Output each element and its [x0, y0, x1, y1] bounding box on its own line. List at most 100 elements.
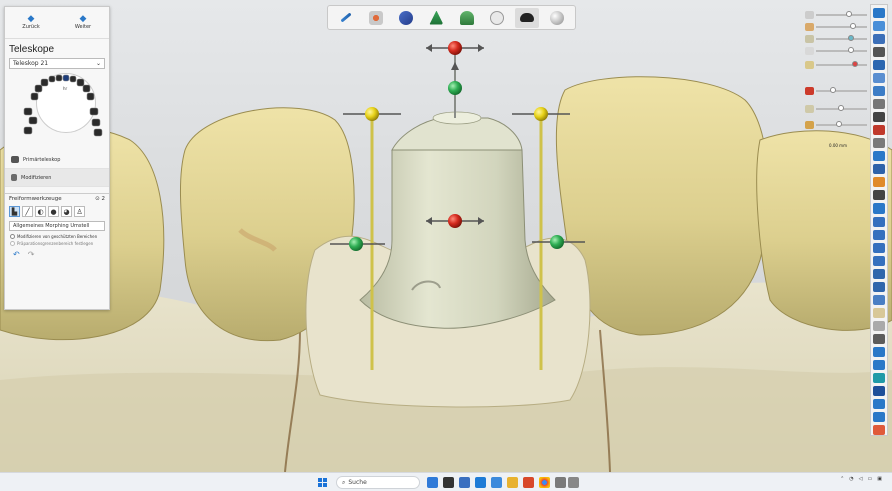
3d-viewport[interactable] — [0, 0, 892, 472]
battery-icon[interactable]: ▭ — [868, 476, 873, 482]
visibility-slider[interactable] — [805, 22, 867, 32]
volume-icon[interactable]: ◁ — [859, 476, 863, 482]
freeform-tools-header[interactable]: Freiformwerkzeuge ⊙ 2 — [5, 193, 109, 204]
section-icon[interactable] — [873, 86, 885, 97]
dental-app-icon[interactable] — [523, 477, 534, 488]
visibility-slider[interactable] — [805, 34, 867, 44]
tooth-preview[interactable]: hr — [10, 73, 106, 145]
help-icon[interactable] — [873, 425, 885, 436]
texture-icon[interactable] — [873, 307, 885, 318]
layers-icon[interactable] — [873, 34, 885, 45]
taskbar-search[interactable]: ⌕ Suche — [336, 476, 420, 489]
dental-scene[interactable] — [0, 0, 892, 472]
margin-area-option[interactable]: Präparationsgrenzenbereich festlegen — [5, 240, 109, 247]
morphing-dropdown[interactable]: Allgemeines Morphing Umstell — [9, 221, 105, 231]
expand-icon[interactable] — [873, 8, 885, 19]
undo-icon[interactable]: ↶ — [13, 250, 20, 259]
visibility-slider[interactable] — [805, 86, 867, 96]
mode-primary-telescope[interactable]: Primärteleskop — [5, 151, 109, 169]
network-icon[interactable]: ◔ — [849, 476, 853, 482]
pen-icon[interactable]: ╱ — [22, 206, 33, 217]
paint-icon[interactable]: ◕ — [61, 206, 72, 217]
visibility-slider[interactable] — [805, 10, 867, 20]
telescope-crown-occlusal — [432, 111, 482, 125]
cut-icon[interactable] — [873, 125, 885, 136]
telescope-crown-body — [359, 149, 556, 329]
cube-icon[interactable] — [873, 60, 885, 71]
left-view-icon[interactable] — [873, 268, 885, 279]
next-button[interactable]: ◆ Weiter — [57, 7, 109, 38]
jaw-view-icon[interactable] — [873, 164, 885, 175]
files-icon[interactable] — [491, 477, 502, 488]
info-icon[interactable] — [873, 203, 885, 214]
top-view-icon[interactable] — [873, 242, 885, 253]
telescope-select[interactable]: Teleskop 21 ⌄ — [9, 58, 105, 69]
freeform-tools-label: Freiformwerkzeuge — [9, 196, 62, 202]
chrome-browser-icon[interactable] — [539, 477, 550, 488]
palette-icon[interactable] — [873, 177, 885, 188]
redo-icon[interactable]: ↷ — [28, 250, 35, 259]
model-icon[interactable] — [424, 8, 448, 28]
tooth-view-icon[interactable] — [873, 346, 885, 357]
screenshot-icon[interactable] — [873, 151, 885, 162]
smooth-icon[interactable]: ◐ — [35, 206, 46, 217]
radio-button[interactable] — [10, 241, 15, 246]
taskbar: ⌕ Suche ⌃ ◔ ◁ ▭ ▣ — [0, 472, 892, 491]
export-icon[interactable] — [873, 398, 885, 409]
measure-icon[interactable] — [873, 99, 885, 110]
teal-tool-icon[interactable] — [873, 372, 885, 383]
protected-areas-option[interactable]: Modifizieren von geschützten Bereichen — [5, 233, 109, 240]
drop-icon[interactable]: ● — [48, 206, 59, 217]
mode-modify[interactable]: Modifizieren — [5, 169, 109, 187]
visibility-slider[interactable] — [805, 120, 867, 130]
edge-icon[interactable] — [475, 477, 486, 488]
pin-icon[interactable]: ▙ — [9, 206, 20, 217]
mode-label: Primärteleskop — [23, 156, 61, 163]
bite-icon[interactable] — [394, 8, 418, 28]
visibility-slider[interactable] — [805, 46, 867, 56]
widgets-icon[interactable] — [427, 477, 438, 488]
notification-icon[interactable]: ▣ — [877, 476, 882, 482]
grid-icon[interactable] — [873, 333, 885, 344]
radio-button[interactable] — [10, 234, 15, 239]
right-view-icon[interactable] — [873, 281, 885, 292]
chrome-icon[interactable] — [459, 477, 470, 488]
top-toolbar — [327, 5, 576, 30]
crown-icon[interactable] — [514, 7, 539, 28]
side-view-icon[interactable] — [873, 229, 885, 240]
freeform-tools-count: ⊙ 2 — [95, 196, 105, 202]
jaw-icon[interactable] — [364, 8, 388, 28]
tooth-icon[interactable] — [485, 8, 509, 28]
pen-tool-icon[interactable] — [873, 112, 885, 123]
front-view-icon[interactable] — [873, 216, 885, 227]
telescope-icon — [11, 156, 19, 163]
back-button[interactable]: ◆ Zurück — [5, 7, 57, 38]
chevron-up-icon[interactable]: ⌃ — [840, 476, 844, 482]
arch-icon[interactable] — [455, 8, 479, 28]
preview-label: hr — [63, 86, 68, 91]
system-tray[interactable]: ⌃ ◔ ◁ ▭ ▣ — [840, 476, 882, 482]
media-icon[interactable] — [555, 477, 566, 488]
bottom-view-icon[interactable] — [873, 255, 885, 266]
visibility-slider[interactable] — [805, 104, 867, 114]
windows-start-icon[interactable] — [318, 478, 328, 488]
chevron-down-icon[interactable] — [873, 385, 885, 396]
iso-view-icon[interactable] — [873, 294, 885, 305]
settings-icon[interactable] — [873, 411, 885, 422]
explorer-icon[interactable] — [443, 477, 454, 488]
sphere-icon[interactable] — [545, 8, 569, 28]
scan-icon[interactable] — [873, 359, 885, 370]
folder-icon[interactable] — [507, 477, 518, 488]
stamp-icon[interactable]: ♙ — [74, 206, 85, 217]
app-icon[interactable] — [568, 477, 579, 488]
visibility-slider[interactable] — [805, 60, 867, 70]
left-yellow-handle — [343, 107, 401, 121]
bite-view-icon[interactable] — [873, 138, 885, 149]
wrench-icon[interactable] — [334, 8, 358, 28]
annotate-icon[interactable] — [873, 190, 885, 201]
display-icon[interactable] — [873, 47, 885, 58]
fullscreen-icon[interactable] — [873, 21, 885, 32]
transparency-icon[interactable] — [873, 320, 885, 331]
view-icon[interactable] — [873, 73, 885, 84]
modify-icon — [11, 174, 17, 181]
